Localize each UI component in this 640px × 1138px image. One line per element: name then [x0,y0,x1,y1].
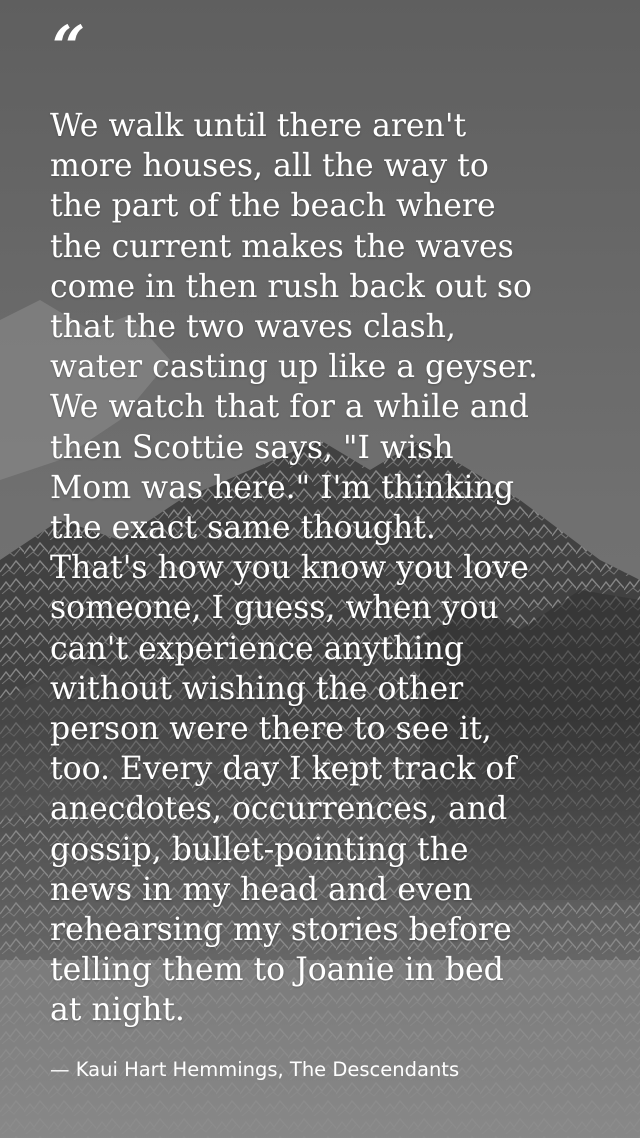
quote-attribution: — Kaui Hart Hemmings, The Descendants [50,1058,460,1081]
quote-mark-icon: “ [52,13,85,81]
quote-text: We walk until there aren't more houses, … [50,108,539,1029]
